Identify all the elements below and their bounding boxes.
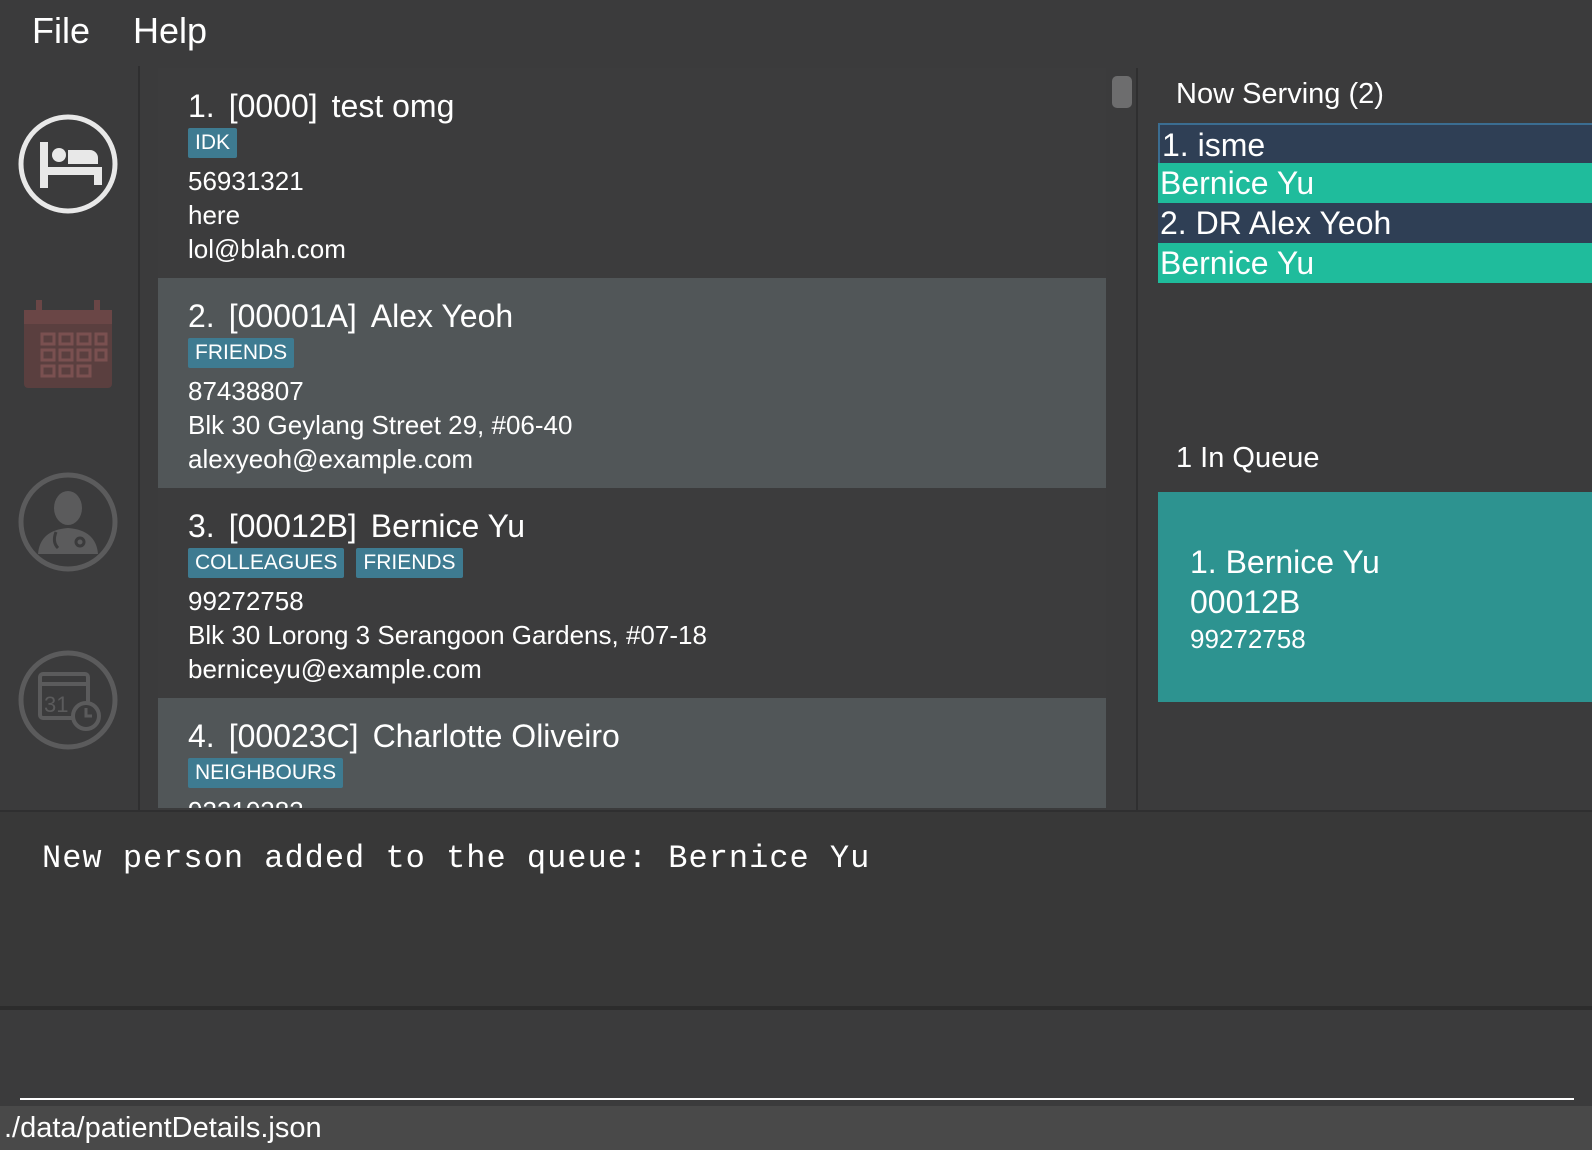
queue-card[interactable]: 1. Bernice Yu 00012B 99272758 [1158,492,1592,702]
queue-panel: Now Serving (2) 1. isme Bernice Yu 2. DR… [1140,68,1592,810]
result-message: New person added to the queue: Bernice Y… [42,840,871,877]
person-address: Blk 30 Lorong 3 Serangoon Gardens, #07-1… [188,620,707,650]
queue-patient-name: 1. Bernice Yu [1190,544,1380,580]
calendar-clock-icon: 31 [18,650,118,750]
now-serving-title: Now Serving (2) [1176,78,1384,110]
menu-help[interactable]: Help [133,10,207,52]
person-card-header: 1. [0000] test omg [188,86,1076,126]
person-card[interactable]: 1. [0000] test omg IDK 56931321 here lol@b… [158,68,1106,278]
appointments-nav-button[interactable] [16,292,120,396]
command-box [0,1006,1592,1110]
serving-patient[interactable]: Bernice Yu [1158,243,1592,283]
person-email: lol@blah.com [188,234,346,264]
person-phone: 56931321 [188,166,304,196]
person-index: 2. [188,298,215,334]
person-card[interactable]: 3. [00012B] Bernice Yu COLLEAGUES FRIENDS 9… [158,488,1106,698]
person-id: [00012B] [228,508,357,544]
tag-list: IDK [188,128,1076,162]
person-card-header: 2. [00001A] Alex Yeoh [188,296,1076,336]
save-location: ./data/patientDetails.json [4,1112,322,1144]
tag: NEIGHBOURS [188,758,344,788]
tag: COLLEAGUES [188,548,345,578]
person-name: Bernice Yu [370,508,525,544]
tag-list: COLLEAGUES FRIENDS [188,548,1076,582]
person-name: test omg [331,88,455,124]
patient-bed-icon [18,114,118,214]
person-phone: 99272758 [188,586,304,616]
person-address: Blk 30 Geylang Street 29, #06-40 [188,410,573,440]
person-name: Alex Yeoh [370,298,514,334]
command-input[interactable] [20,1028,1574,1100]
status-bar: ./data/patientDetails.json [0,1106,1592,1150]
person-id: [00001A] [228,298,357,334]
person-phone: 93210283 [188,794,1076,808]
patients-nav-button[interactable] [16,112,120,216]
menu-bar: File Help [0,0,1592,66]
doctor-icon [18,472,118,572]
person-id: [0000] [228,88,318,124]
schedule-nav-button[interactable]: 31 [16,648,120,752]
side-navigation: 31 [0,66,140,810]
scrollbar-thumb[interactable] [1112,76,1132,108]
person-index: 3. [188,508,215,544]
menu-file[interactable]: File [32,10,90,52]
person-list-scrollbar[interactable] [1110,70,1134,808]
queue-title: 1 In Queue [1176,442,1320,474]
result-display[interactable]: New person added to the queue: Bernice Y… [0,810,1592,1008]
person-card[interactable]: 2. [00001A] Alex Yeoh FRIENDS 87438807 Blk… [158,278,1106,488]
panel-divider[interactable] [1136,68,1138,810]
person-card[interactable]: 4. [00023C] Charlotte Oliveiro NEIGHBOURS … [158,698,1106,808]
person-address: here [188,200,241,230]
person-index: 4. [188,718,215,754]
person-card-header: 3. [00012B] Bernice Yu [188,506,1076,546]
person-phone: 87438807 [188,376,304,406]
person-index: 1. [188,88,215,124]
person-email: alexyeoh@example.com [188,444,474,474]
queue-patient-id: 00012B [1190,584,1301,620]
queue-patient-phone: 99272758 [1190,624,1306,654]
doctors-nav-button[interactable] [16,470,120,574]
tag-list: FRIENDS [188,338,1076,372]
serving-doctor[interactable]: 2. DR Alex Yeoh [1158,203,1592,243]
tag-list: NEIGHBOURS [188,758,1076,792]
tag: IDK [188,128,238,158]
person-card-header: 4. [00023C] Charlotte Oliveiro [188,716,1076,756]
serving-doctor[interactable]: 1. isme [1158,123,1592,163]
person-id: [00023C] [228,718,359,754]
person-name: Charlotte Oliveiro [372,718,620,754]
calendar-grid-icon [24,300,112,388]
serving-patient[interactable]: Bernice Yu [1158,163,1592,203]
person-list[interactable]: 1. [0000] test omg IDK 56931321 here lol@b… [158,68,1106,808]
svg-text:31: 31 [44,692,68,717]
now-serving-list[interactable]: 1. isme Bernice Yu 2. DR Alex Yeoh Berni… [1158,123,1592,283]
person-email: berniceyu@example.com [188,654,482,684]
tag: FRIENDS [356,548,463,578]
tag: FRIENDS [188,338,295,368]
